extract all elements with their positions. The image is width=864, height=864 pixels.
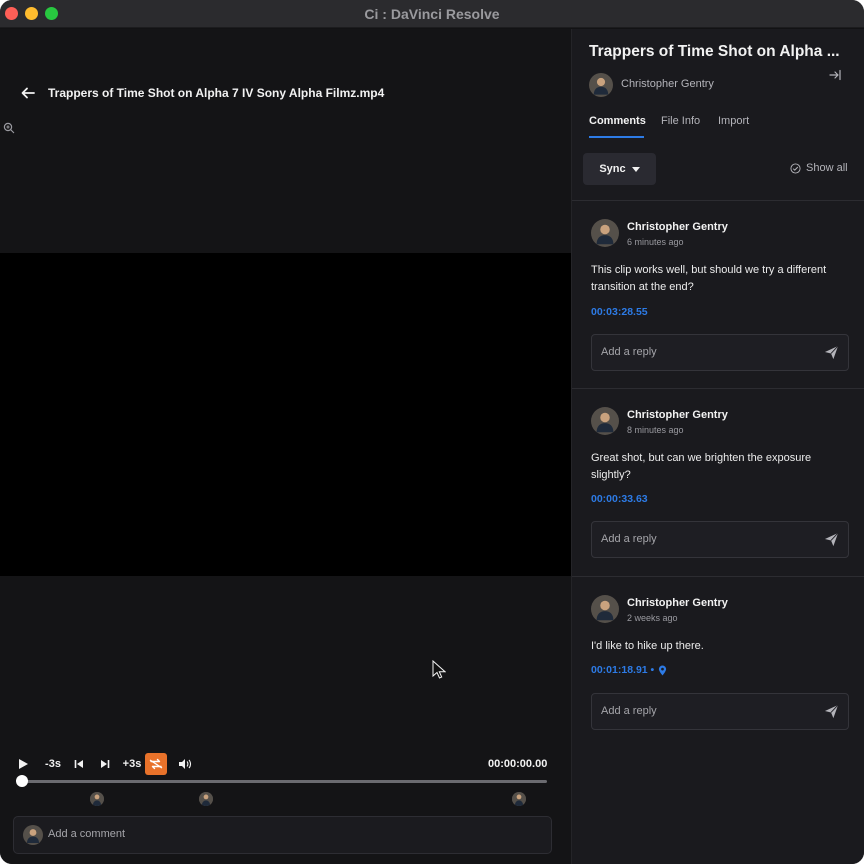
avatar (589, 73, 613, 97)
timeline-scrubber[interactable] (22, 780, 547, 783)
comment-timestamp: 00:03:28.55 (591, 306, 648, 318)
avatar-icon (199, 792, 213, 806)
comment-author: Christopher Gentry (627, 597, 728, 609)
send-icon[interactable] (824, 532, 839, 547)
play-icon (19, 759, 28, 769)
comment-time: 6 minutes ago (627, 237, 684, 247)
previous-frame-button[interactable] (72, 752, 86, 776)
title-bar: Ci : DaVinci Resolve (0, 0, 864, 28)
loop-icon (149, 758, 163, 770)
collapse-panel-icon[interactable] (828, 68, 842, 82)
volume-button[interactable] (176, 752, 194, 776)
location-pin-icon (659, 665, 667, 675)
add-comment-placeholder: Add a comment (48, 828, 126, 840)
skip-back-3s-button[interactable]: -3s (44, 752, 62, 776)
sync-label: Sync (599, 163, 626, 175)
current-timecode: 00:00:00.00 (488, 758, 548, 770)
avatar-icon (512, 792, 526, 806)
scrubber-handle[interactable] (16, 775, 28, 787)
comment-card: Christopher Gentry 6 minutes ago This cl… (572, 201, 864, 388)
play-button[interactable] (14, 752, 32, 776)
comment-marker[interactable] (90, 792, 104, 806)
comment-card: Christopher Gentry 8 minutes ago Great s… (572, 389, 864, 576)
file-title: Trappers of Time Shot on Alpha 7 IV Sony… (48, 86, 385, 100)
comment-author: Christopher Gentry (627, 221, 728, 233)
send-icon[interactable] (824, 345, 839, 360)
tab-import[interactable]: Import (718, 115, 749, 127)
tab-file-info[interactable]: File Info (661, 115, 700, 127)
video-frame[interactable] (0, 253, 571, 576)
show-all-label: Show all (806, 162, 848, 174)
comment-timestamp-link[interactable]: 00:01:18.91 • (591, 664, 667, 676)
back-arrow-icon[interactable] (20, 85, 36, 101)
skip-forward-3s-button[interactable]: +3s (122, 752, 142, 776)
avatar-icon (90, 792, 104, 806)
avatar (591, 219, 619, 247)
reply-placeholder: Add a reply (601, 533, 657, 545)
comment-text: Great shot, but can we brighten the expo… (591, 452, 812, 481)
app-window: Ci : DaVinci Resolve Trappers of Time Sh… (0, 0, 864, 864)
tab-comments[interactable]: Comments (589, 115, 646, 127)
comment-author: Christopher Gentry (627, 409, 728, 421)
send-icon[interactable] (824, 704, 839, 719)
comment-text: I'd like to hike up there. (591, 640, 704, 652)
comment-timestamp-link[interactable]: 00:03:28.55 (591, 306, 648, 318)
comment-timestamp: 00:00:33.63 (591, 493, 648, 505)
check-circle-icon (790, 162, 801, 174)
add-comment-input[interactable]: Add a comment (13, 816, 552, 854)
comments-panel: Trappers of Time Shot on Alpha ... Chris… (571, 29, 864, 864)
zoom-in-icon[interactable] (3, 121, 15, 134)
step-back-icon (74, 760, 83, 768)
caret-down-icon (631, 166, 640, 172)
avatar (591, 407, 619, 435)
reply-placeholder: Add a reply (601, 705, 657, 717)
owner-name: Christopher Gentry (621, 78, 714, 90)
sync-dropdown-button[interactable]: Sync (583, 153, 656, 185)
comment-marker[interactable] (199, 792, 213, 806)
active-tab-indicator (589, 136, 644, 138)
comment-time: 8 minutes ago (627, 425, 684, 435)
panel-title: Trappers of Time Shot on Alpha ... (589, 43, 840, 60)
reply-input[interactable]: Add a reply (591, 334, 849, 371)
playback-controls: -3s +3s 00:00:00.00 (0, 752, 571, 778)
window-title: Ci : DaVinci Resolve (364, 6, 500, 22)
comment-marker[interactable] (512, 792, 526, 806)
reply-placeholder: Add a reply (601, 346, 657, 358)
avatar (591, 595, 619, 623)
speaker-icon (179, 759, 192, 769)
reply-input[interactable]: Add a reply (591, 521, 849, 558)
panel-header: Trappers of Time Shot on Alpha ... Chris… (572, 29, 864, 199)
comment-time: 2 weeks ago (627, 613, 678, 623)
comment-card: Christopher Gentry 2 weeks ago I'd like … (572, 577, 864, 747)
next-frame-button[interactable] (98, 752, 112, 776)
mouse-cursor-icon (432, 659, 447, 680)
comment-timestamp: 00:01:18.91 • (591, 664, 655, 676)
loop-toggle-button[interactable] (145, 753, 167, 775)
avatar (23, 825, 43, 845)
comment-timestamp-link[interactable]: 00:00:33.63 (591, 493, 648, 505)
reply-input[interactable]: Add a reply (591, 693, 849, 730)
step-forward-icon (101, 760, 110, 768)
show-all-toggle[interactable]: Show all (790, 162, 848, 174)
comment-text: This clip works well, but should we try … (591, 264, 827, 293)
